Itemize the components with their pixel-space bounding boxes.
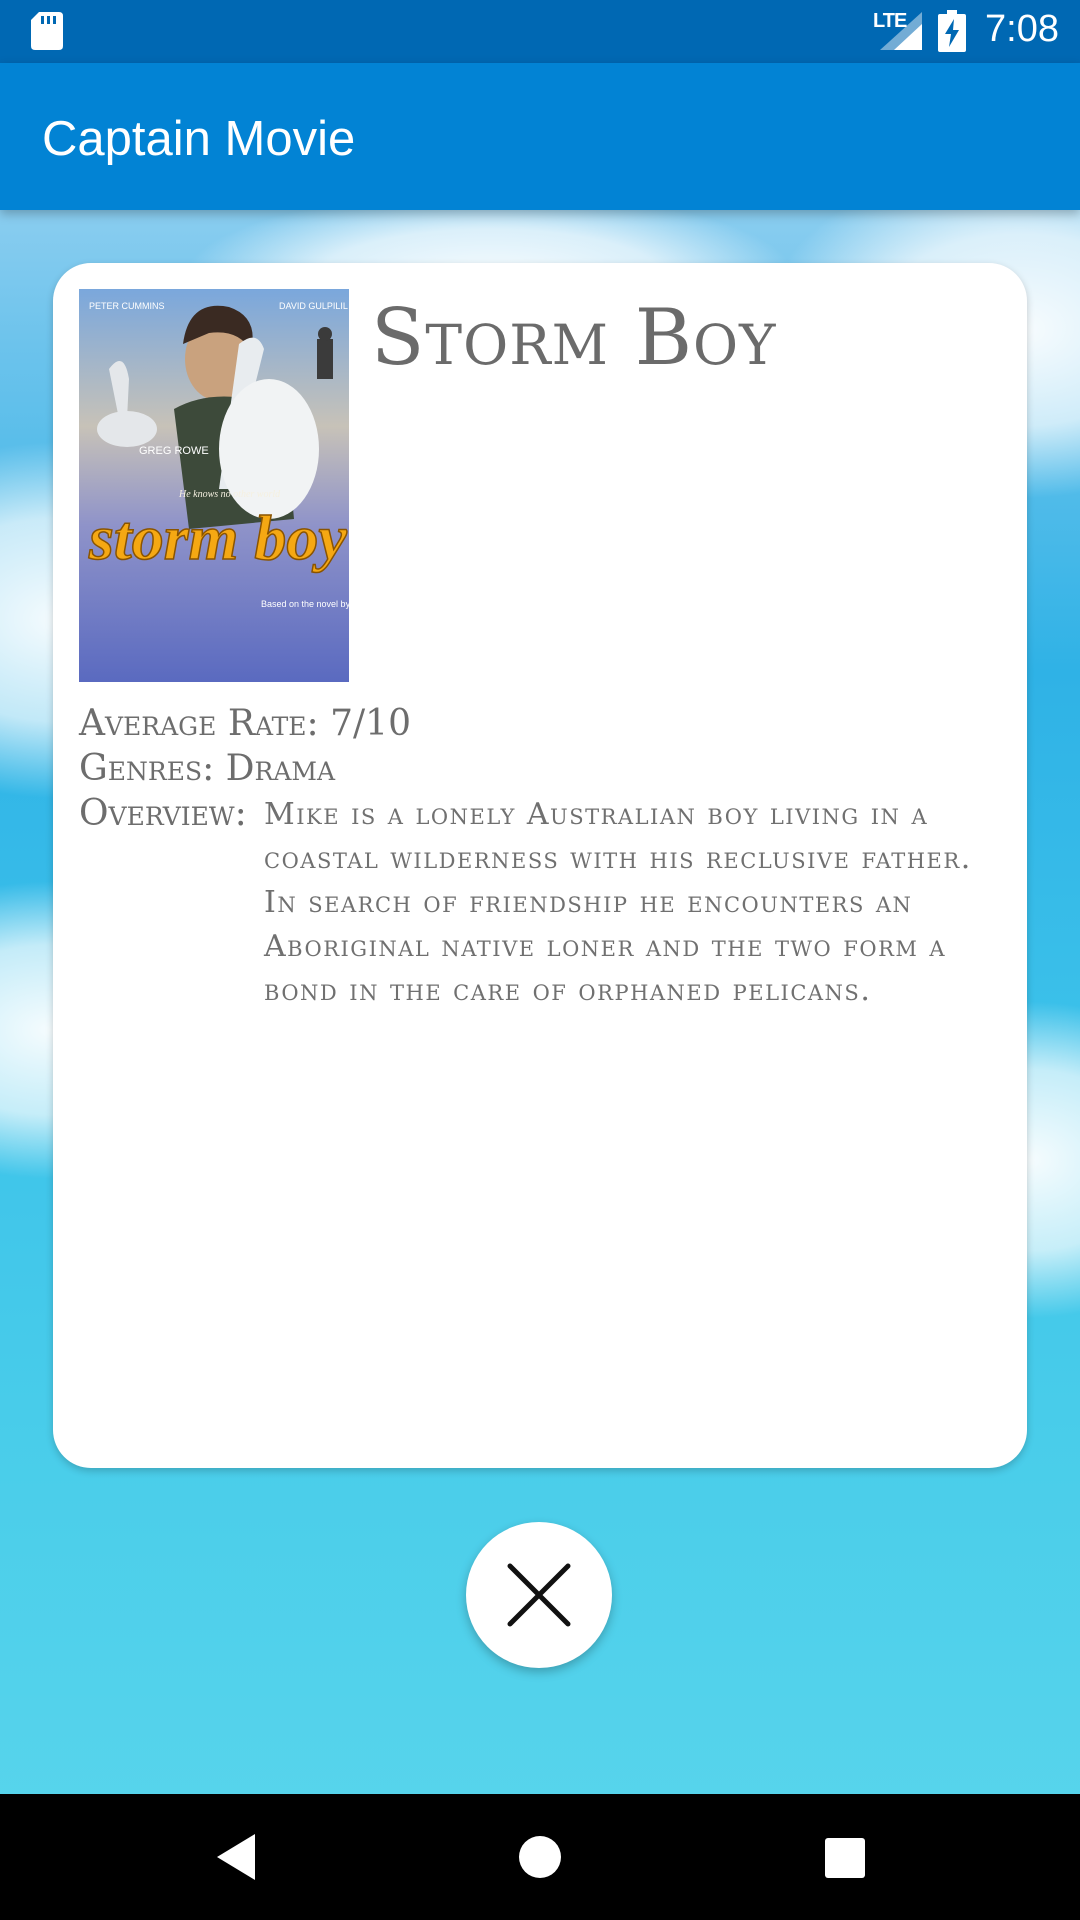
- screen: LTE 7:08 Captain Movie PETER CUMMINS DAV…: [0, 0, 1080, 1920]
- app-bar: Captain Movie: [0, 63, 1080, 210]
- sd-card-icon: [31, 12, 63, 50]
- poster-actor-name: GREG ROWE: [139, 445, 209, 457]
- battery-charging-icon: [938, 10, 966, 52]
- movie-poster: PETER CUMMINS DAVID GULPILIL GREG ROWE H…: [79, 289, 349, 682]
- close-icon: [507, 1563, 571, 1627]
- home-icon[interactable]: [518, 1832, 562, 1882]
- recents-icon[interactable]: [823, 1832, 867, 1882]
- movie-poster-art: PETER CUMMINS DAVID GULPILIL GREG ROWE H…: [79, 289, 349, 682]
- average-rate: Average Rate: 7/10: [79, 703, 411, 744]
- signal-icon: [880, 12, 922, 50]
- app-title: Captain Movie: [42, 112, 356, 166]
- navigation-bar: [0, 1794, 1080, 1920]
- poster-tagline: He knows no other world: [178, 489, 281, 500]
- poster-actor-name: PETER CUMMINS: [89, 301, 165, 311]
- poster-actor-name: DAVID GULPILIL: [279, 301, 348, 311]
- poster-logo: storm boy: [88, 502, 347, 573]
- overview-label: Overview:: [79, 793, 247, 834]
- poster-credit: Based on the novel by Colin Thiele: [261, 599, 349, 609]
- movie-detail-card: PETER CUMMINS DAVID GULPILIL GREG ROWE H…: [53, 263, 1027, 1468]
- movie-title: Storm Boy: [371, 293, 777, 383]
- genres: Genres: Drama: [79, 748, 336, 789]
- back-icon[interactable]: [215, 1832, 259, 1882]
- close-button[interactable]: [466, 1522, 612, 1668]
- status-bar: LTE 7:08: [0, 0, 1080, 63]
- overview-text: Mike is a lonely Australian boy living i…: [264, 797, 972, 1008]
- clock: 7:08: [985, 8, 1059, 50]
